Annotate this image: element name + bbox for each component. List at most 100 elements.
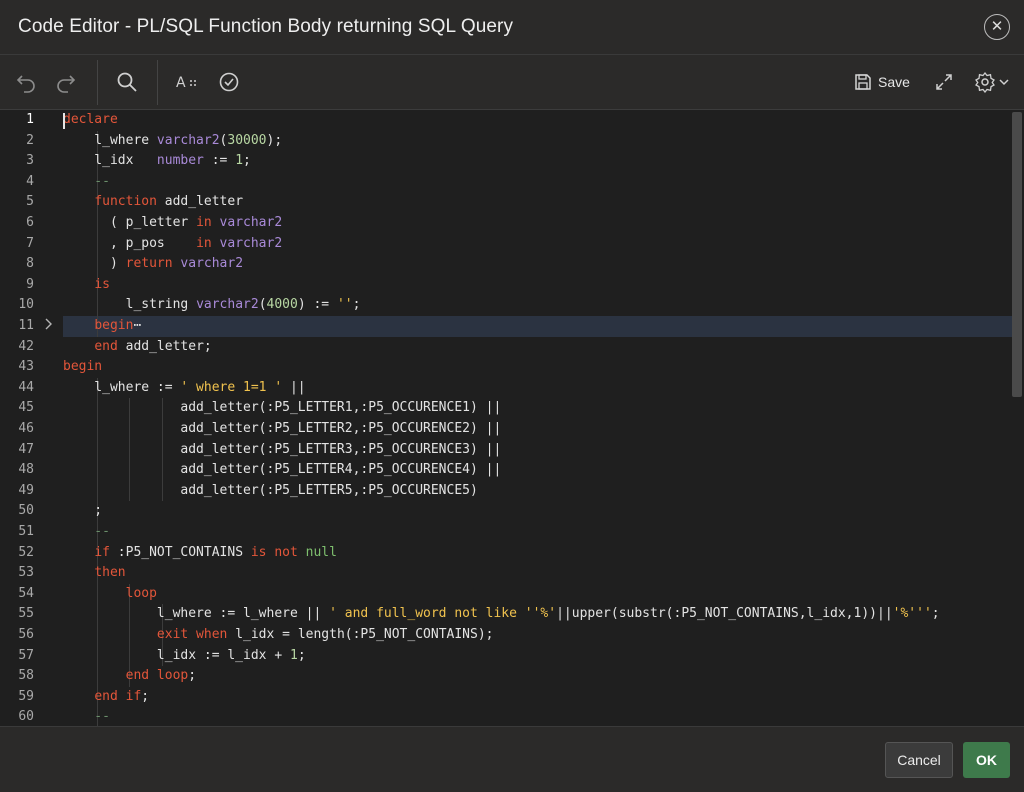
code-line[interactable]: add_letter(:P5_LETTER1,:P5_OCCURENCE1) |… [63, 398, 501, 419]
code-token: || [282, 379, 306, 395]
code-token: 30000 [227, 132, 267, 148]
gear-icon[interactable] [975, 69, 1011, 95]
code-token: 1 [235, 153, 244, 169]
code-line[interactable]: is [63, 275, 110, 296]
validate-icon[interactable] [217, 69, 241, 95]
line-number: 8 [26, 256, 34, 272]
code-line[interactable]: add_letter(:P5_LETTER4,:P5_OCCURENCE4) |… [63, 460, 501, 481]
close-icon: ✕ [990, 18, 1004, 35]
code-token: ) := [297, 297, 337, 313]
code-line[interactable]: begin [63, 357, 102, 378]
code-line[interactable]: l_where varchar2(30000); [63, 131, 282, 152]
code-editor[interactable]: 1 2 3 4 5 6 7 8 9 10 11 42 43 44 45 46 47 48 49 50 51 52 53 54 5… [0, 110, 1024, 726]
fold-chevron-icon[interactable] [44, 316, 54, 337]
code-token: l_where [63, 132, 157, 148]
code-token: -- [63, 709, 110, 725]
code-line[interactable]: add_letter(:P5_LETTER5,:P5_OCCURENCE5) [63, 481, 477, 502]
autocomplete-icon[interactable]: A [176, 69, 200, 95]
line-number: 7 [26, 235, 34, 251]
line-number: 52 [18, 544, 34, 560]
code-token: -- [63, 524, 110, 539]
code-line[interactable]: l_idx := l_idx + 1; [63, 646, 306, 667]
line-number: 47 [18, 441, 34, 457]
code-line[interactable]: l_idx number := 1; [63, 151, 251, 172]
line-number: 3 [26, 153, 34, 169]
code-line[interactable]: then [63, 563, 125, 584]
code-token: l_where := l_where || [63, 606, 330, 622]
text-cursor [63, 113, 65, 129]
code-line[interactable]: declare [63, 110, 118, 131]
code-line[interactable]: l_where := l_where || ' and full_word no… [63, 604, 940, 625]
code-token: ; [352, 297, 361, 313]
code-token: add_letter(:P5_LETTER2,:P5_OCCURENCE2) |… [63, 421, 502, 436]
code-line[interactable]: -- [63, 707, 110, 726]
code-line[interactable]: add_letter(:P5_LETTER3,:P5_OCCURENCE3) |… [63, 440, 501, 461]
code-token: ; [297, 647, 306, 663]
code-token: varchar2 [219, 235, 283, 251]
code-line[interactable]: end loop; [63, 666, 196, 687]
cancel-button[interactable]: Cancel [885, 742, 953, 778]
code-token: :P5_NOT_CONTAINS [109, 544, 251, 560]
code-line[interactable]: ( p_letter in varchar2 [63, 213, 282, 234]
vertical-scrollbar[interactable] [1012, 112, 1022, 397]
ok-button[interactable]: OK [963, 742, 1010, 778]
code-token: varchar2 [219, 215, 283, 230]
code-token: is not [250, 544, 298, 560]
line-number: 53 [18, 565, 34, 581]
code-line[interactable]: -- [63, 522, 110, 543]
code-token: exit when [156, 627, 228, 642]
code-line[interactable]: add_letter(:P5_LETTER2,:P5_OCCURENCE2) |… [63, 419, 501, 440]
code-line[interactable]: l_string varchar2(4000) := ''; [63, 295, 361, 316]
code-token: add_letter(:P5_LETTER4,:P5_OCCURENCE4) |… [63, 462, 502, 478]
dialog-titlebar: Code Editor - PL/SQL Function Body retur… [0, 0, 1024, 55]
code-token: begin [94, 318, 134, 333]
line-number: 10 [18, 297, 34, 313]
code-token: -- [63, 173, 110, 189]
expand-icon[interactable] [933, 69, 955, 95]
code-line[interactable]: exit when l_idx = length(:P5_NOT_CONTAIN… [63, 625, 494, 646]
code-token: varchar2 [196, 297, 259, 313]
code-line[interactable]: , p_pos in varchar2 [63, 234, 282, 255]
save-button[interactable]: Save [854, 69, 910, 95]
code-token: ' and full_word not like ''%' [329, 606, 557, 622]
code-line[interactable]: end add_letter; [63, 337, 212, 358]
code-token: add_letter(:P5_LETTER1,:P5_OCCURENCE1) |… [63, 400, 502, 416]
redo-icon[interactable] [54, 69, 78, 95]
code-token: := [203, 153, 236, 169]
code-token: varchar2 [156, 132, 220, 148]
toolbar-divider [157, 60, 158, 105]
code-line[interactable]: loop [63, 584, 157, 605]
undo-icon[interactable] [14, 69, 38, 95]
code-line[interactable]: if :P5_NOT_CONTAINS is not null [63, 543, 337, 564]
code-token: ); [266, 132, 283, 148]
code-token: l_where := [63, 379, 181, 395]
code-token: loop [125, 585, 157, 601]
code-line[interactable]: end if; [63, 687, 149, 708]
code-line[interactable]: function add_letter [63, 192, 243, 213]
code-token: 4000 [266, 297, 298, 313]
line-number: 2 [26, 132, 34, 148]
line-number: 9 [26, 276, 34, 292]
code-line[interactable]: ; [63, 501, 102, 522]
code-line[interactable]: begin⋯ [63, 316, 141, 337]
code-line[interactable]: -- [63, 172, 110, 193]
line-number: 42 [18, 338, 34, 354]
code-token: add_letter [156, 194, 244, 210]
search-icon[interactable] [114, 69, 140, 95]
line-number: 4 [26, 173, 34, 189]
active-line-highlight [63, 316, 1012, 337]
code-area[interactable]: declare l_where varchar2(30000); l_idx n… [63, 110, 1012, 726]
code-token: add_letter; [117, 338, 212, 354]
dialog-title: Code Editor - PL/SQL Function Body retur… [18, 16, 514, 37]
close-button[interactable]: ✕ [984, 14, 1010, 40]
code-line[interactable]: l_where := ' where 1=1 ' || [63, 378, 306, 399]
code-line[interactable]: ) return varchar2 [63, 254, 243, 275]
line-number-gutter: 1 2 3 4 5 6 7 8 9 10 11 42 43 44 45 46 47 48 49 50 51 52 53 54 5… [0, 110, 62, 726]
code-editor-dialog: Code Editor - PL/SQL Function Body retur… [0, 0, 1024, 792]
code-token: ) [63, 256, 126, 272]
code-token: l_idx [63, 153, 157, 169]
